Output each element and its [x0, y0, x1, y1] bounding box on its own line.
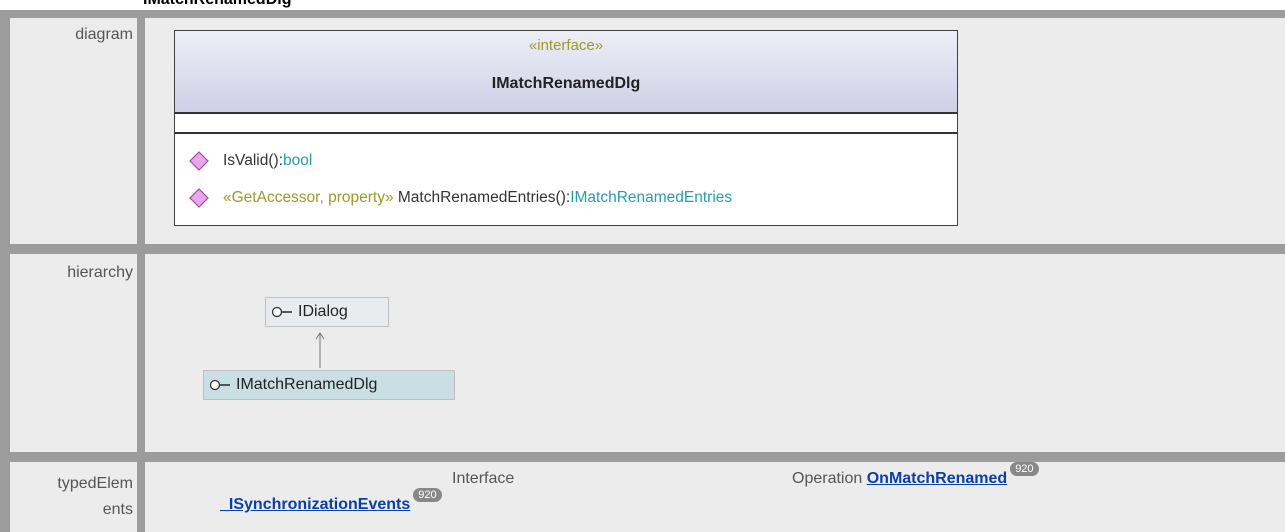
uml-class-header: «interface» IMatchRenamedDlg: [175, 31, 957, 114]
page-title-strip: IMatchRenamedDlg: [0, 0, 1285, 10]
uml-operation[interactable]: «GetAccessor, property» MatchRenamedEntr…: [189, 188, 732, 208]
operation-return-type: bool: [283, 152, 313, 170]
diagram-row-label-cell: diagram: [10, 18, 137, 244]
interface-count-badge: 920: [413, 488, 442, 502]
typed-row-label-line2: ents: [102, 501, 133, 518]
operation-return-type: IMatchRenamedEntries: [570, 189, 733, 207]
hierarchy-parent-node[interactable]: IDialog: [265, 297, 389, 327]
table-border-left: [0, 10, 10, 532]
diagram-row-label: diagram: [75, 26, 133, 43]
column-separator: [137, 10, 145, 532]
row-separator: [0, 244, 1285, 254]
operation-signature: IsValid():: [223, 152, 284, 170]
hierarchy-child-name: IMatchRenamedDlg: [236, 376, 378, 393]
interface-label: Interface: [452, 470, 515, 487]
uml-stereotype: «interface»: [528, 37, 604, 54]
typed-row-label-cell: typedElem ents: [10, 462, 137, 532]
row-separator: [0, 452, 1285, 462]
page-title: IMatchRenamedDlg: [143, 0, 291, 9]
operation-count-badge: 920: [1010, 462, 1039, 476]
uml-operation[interactable]: IsValid():bool: [189, 151, 312, 171]
hierarchy-child-node[interactable]: IMatchRenamedDlg: [203, 370, 455, 400]
interface-link[interactable]: _ISynchronizationEvents: [220, 496, 410, 513]
operation-label: Operation: [792, 470, 863, 487]
uml-class-name: IMatchRenamedDlg: [491, 75, 641, 92]
hierarchy-row-label-cell: hierarchy: [10, 254, 137, 452]
operation-reference: Operation OnMatchRenamed920: [792, 462, 1039, 488]
uml-attribute-compartment: [175, 112, 957, 134]
interface-lollipop-icon: [271, 306, 292, 317]
table-border-top: [0, 10, 1285, 18]
interface-reference: _ISynchronizationEvents920: [220, 488, 442, 514]
uml-class-box[interactable]: «interface» IMatchRenamedDlg IsValid():b…: [174, 30, 958, 226]
operation-link[interactable]: OnMatchRenamed: [867, 470, 1007, 487]
generalization-arrow: [315, 332, 325, 368]
operation-diamond-icon: [189, 151, 209, 171]
hierarchy-row-label: hierarchy: [67, 264, 133, 281]
typed-row-label-line1: typedElem: [57, 475, 133, 492]
operation-signature: MatchRenamedEntries():: [393, 189, 571, 207]
operation-stereotype: «GetAccessor, property»: [223, 189, 394, 207]
hierarchy-parent-name: IDialog: [298, 303, 348, 320]
operation-diamond-icon: [189, 188, 209, 208]
interface-lollipop-icon: [209, 379, 230, 390]
